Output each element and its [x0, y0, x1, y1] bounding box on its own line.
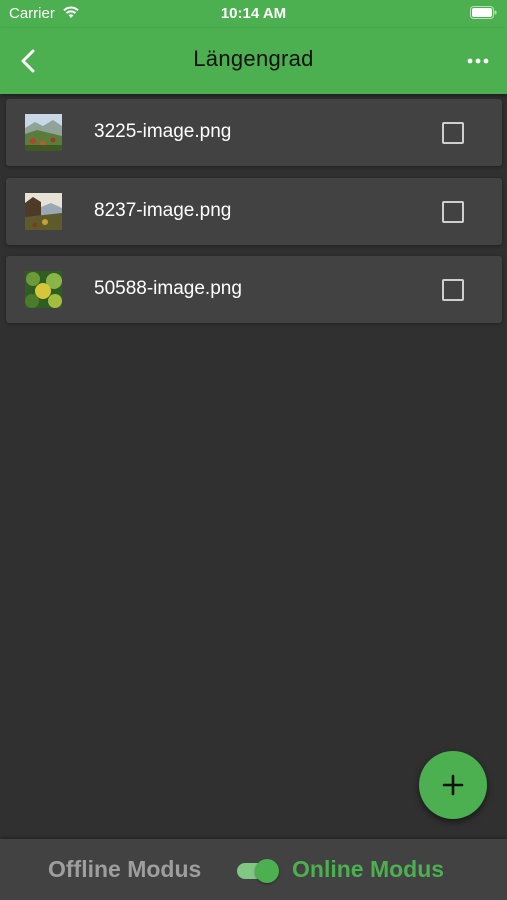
offline-mode-label: Offline Modus — [48, 856, 202, 882]
battery-icon — [470, 6, 497, 19]
file-checkbox[interactable] — [442, 200, 464, 223]
add-button[interactable] — [419, 751, 487, 819]
app-bar: Längengrad — [0, 28, 507, 94]
more-options-icon[interactable] — [463, 46, 493, 76]
file-name: 8237-image.png — [94, 199, 232, 221]
plus-icon — [442, 774, 464, 796]
file-name: 3225-image.png — [94, 121, 232, 142]
status-time: 10:14 AM — [220, 5, 287, 22]
file-list-item[interactable]: 3225-image.png — [6, 99, 502, 166]
online-mode-toggle[interactable] — [235, 858, 281, 884]
page-title: Längengrad — [193, 46, 314, 71]
mode-bar: Offline Modus Online Modus — [0, 839, 507, 900]
file-list-item[interactable]: 50588-image.png — [6, 256, 502, 323]
file-list: 3225-image.png 8237-image.png 50588-imag… — [6, 99, 502, 335]
plant-photo-thumbnail — [25, 271, 62, 308]
landscape-photo-thumbnail — [25, 114, 62, 151]
toggle-knob — [255, 859, 279, 883]
file-list-item[interactable]: 8237-image.png — [6, 177, 502, 245]
status-bar: Carrier 10:14 AM — [0, 0, 507, 28]
online-mode-label: Online Modus — [292, 856, 445, 882]
file-checkbox[interactable] — [442, 122, 464, 144]
file-name: 50588-image.png — [94, 278, 242, 299]
mountain-photo-thumbnail — [25, 192, 62, 230]
file-checkbox[interactable] — [442, 279, 464, 301]
